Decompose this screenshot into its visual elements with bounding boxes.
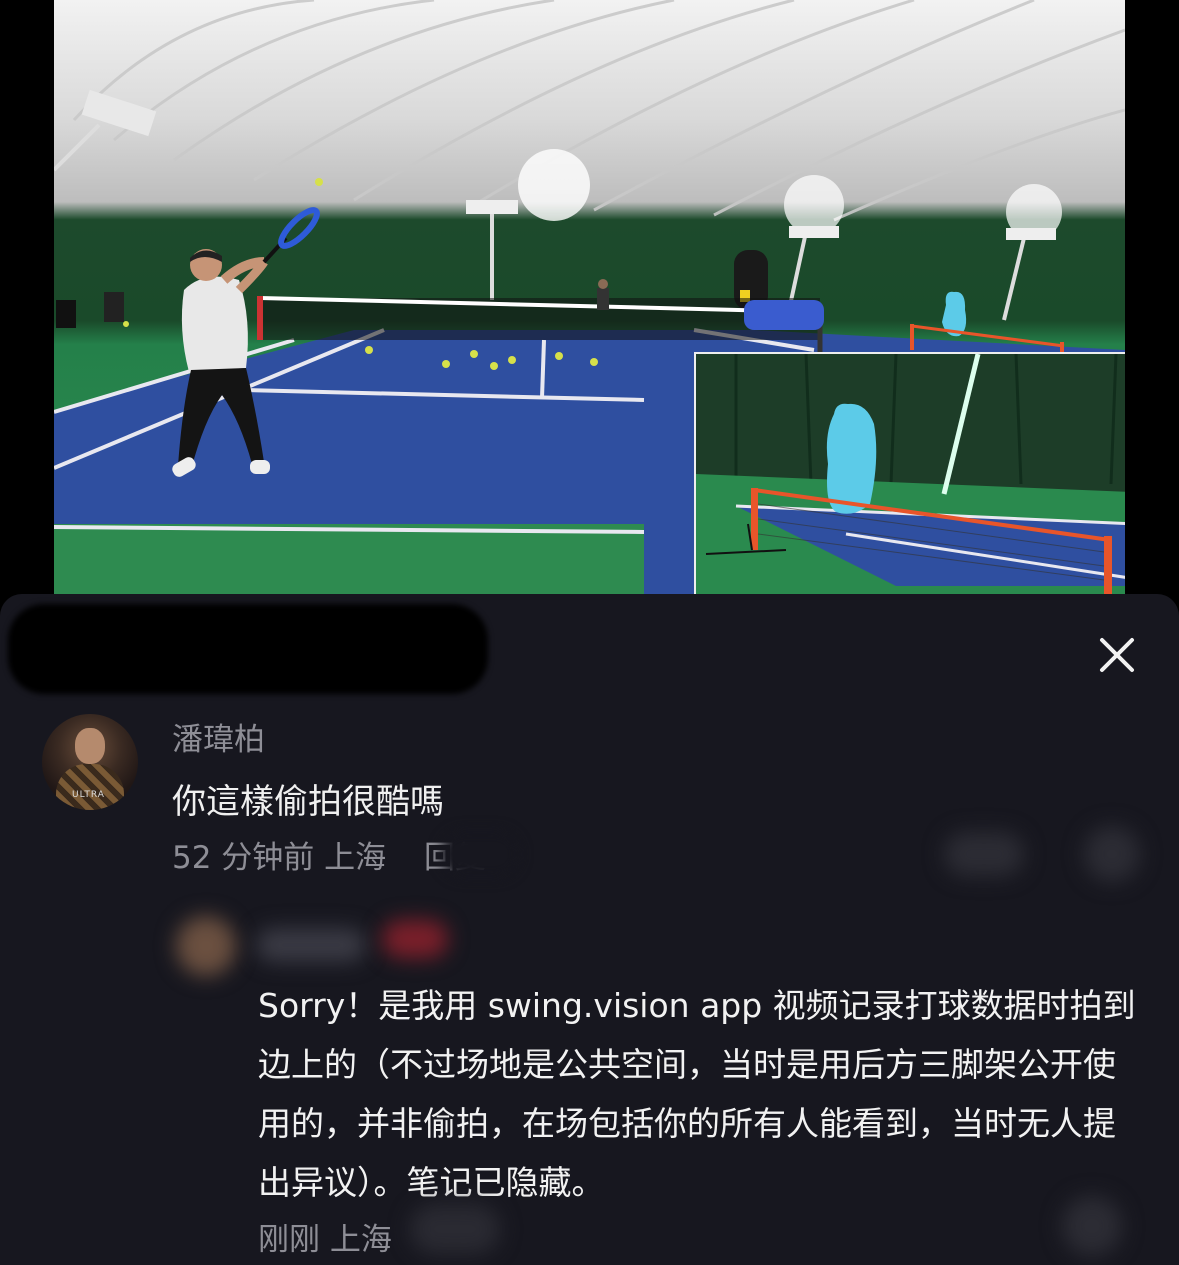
- comment-location: 上海: [324, 840, 387, 876]
- inset-photo: [696, 354, 1125, 594]
- avatar[interactable]: ULTRA: [42, 714, 138, 810]
- reply-like-icon[interactable]: [1062, 1196, 1122, 1256]
- comment-sheet: ULTRA 潘瑋柏 你這樣偷拍很酷嗎 52 分钟前 上海 回复 Sorry！是我…: [0, 594, 1179, 1265]
- reply-text: Sorry！是我用 swing.vision app 视频记录打球数据时拍到边上…: [258, 986, 1136, 1202]
- video-frame[interactable]: [54, 0, 1125, 594]
- reply-avatar[interactable]: [176, 916, 236, 976]
- reply-action-blur[interactable]: [410, 1204, 500, 1254]
- comment-username[interactable]: 潘瑋柏: [172, 714, 265, 759]
- reply-meta: 刚刚 上海: [258, 1214, 392, 1259]
- avatar-caption: ULTRA: [72, 790, 105, 800]
- comment-time: 52 分钟前: [172, 840, 315, 876]
- comment-text: 你這樣偷拍很酷嗎: [172, 782, 444, 822]
- close-icon[interactable]: [1094, 632, 1140, 678]
- reply-username[interactable]: [256, 928, 366, 962]
- reply-time: 刚刚: [258, 1222, 320, 1258]
- comment-meta: 52 分钟前 上海 回复: [172, 832, 486, 877]
- meta-fade: [440, 830, 520, 878]
- redacted-title: [8, 604, 488, 694]
- author-badge: [382, 920, 448, 958]
- inset-camera-view: [694, 352, 1125, 594]
- reply-location: 上海: [329, 1222, 392, 1258]
- dislike-icon[interactable]: [1084, 826, 1140, 882]
- heart-icon[interactable]: [944, 832, 1024, 876]
